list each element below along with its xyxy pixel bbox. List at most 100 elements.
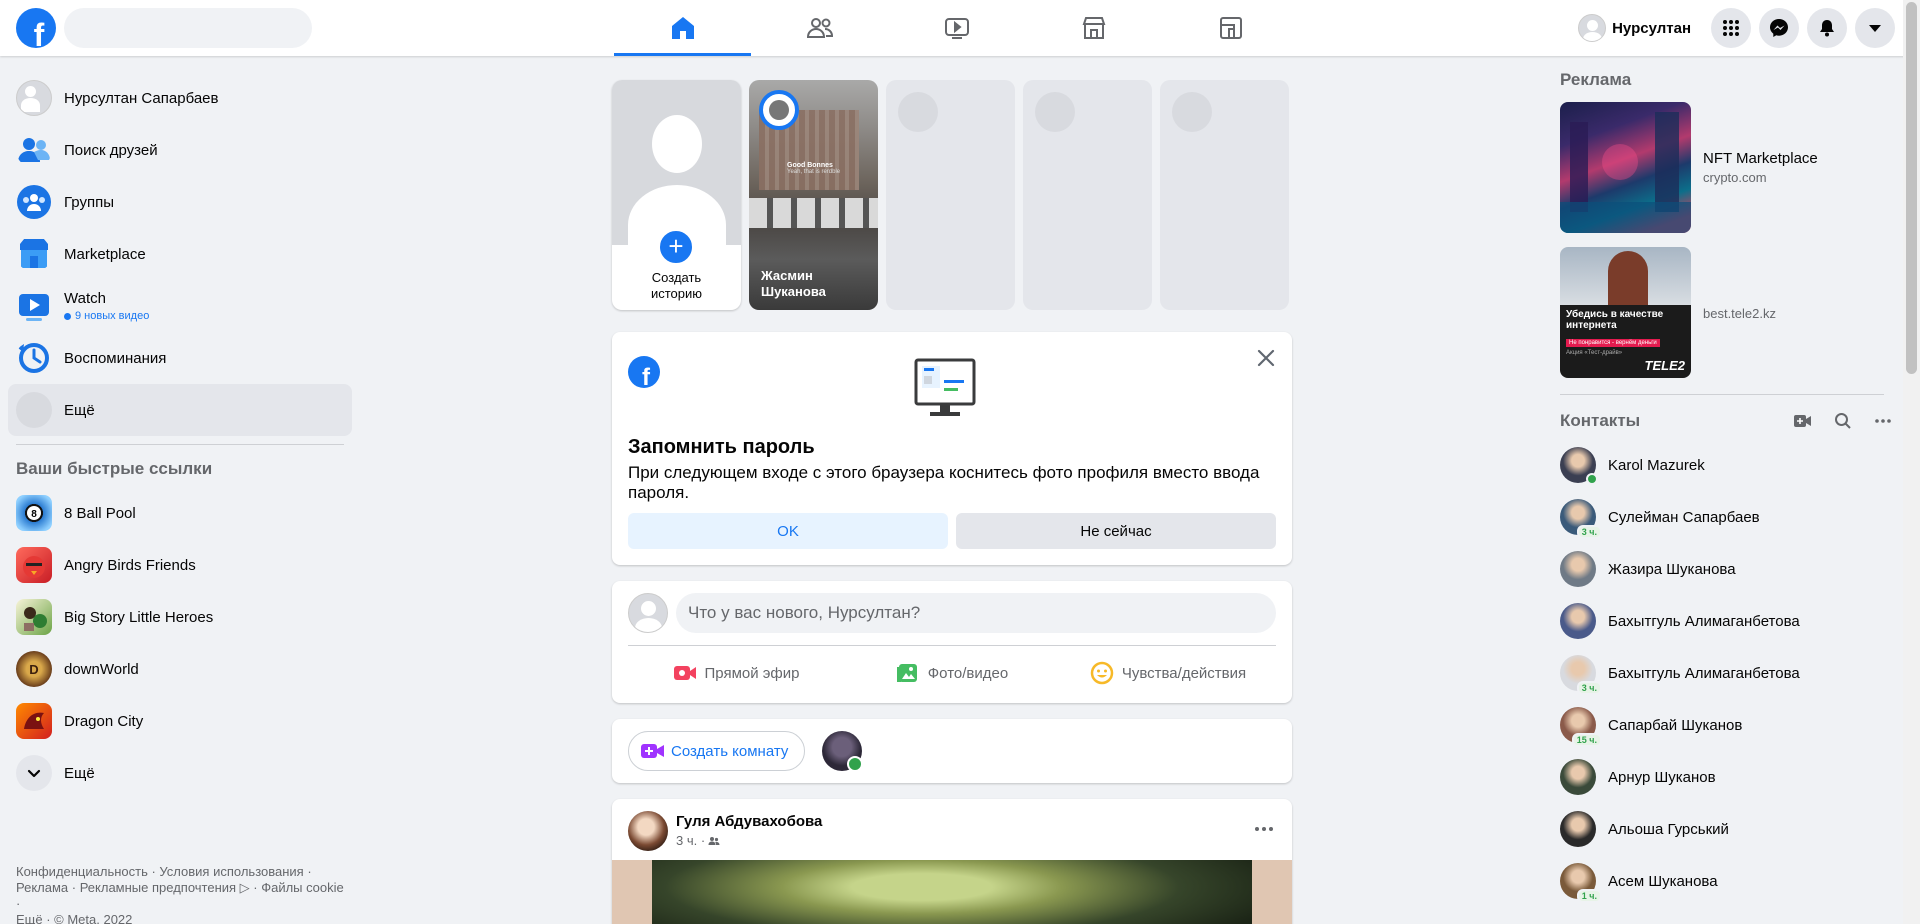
ad-item[interactable]: Убедись в качестве интернета Не понравит…	[1560, 242, 1892, 382]
avatar	[1578, 14, 1607, 42]
sidebar-item-find-friends[interactable]: Поиск друзей	[8, 124, 352, 176]
search-icon[interactable]	[1834, 412, 1852, 430]
contact-item[interactable]: 1 ч. Асем Шуканова	[1560, 855, 1892, 907]
big-story-icon	[16, 599, 52, 635]
create-room-button[interactable]: Создать комнату	[628, 731, 806, 771]
facebook-logo-icon: f	[628, 356, 660, 388]
avatar	[16, 80, 52, 116]
contact-item[interactable]: Karol Mazurek	[1560, 439, 1892, 491]
story-placeholder	[1023, 80, 1152, 310]
contact-name: Альоша Гурський	[1608, 820, 1729, 838]
post-input[interactable]: Что у вас нового, Нурсултан?	[676, 593, 1276, 633]
footer-line[interactable]: Ещё · © Meta, 2022	[16, 912, 346, 924]
shortcuts-more-button[interactable]: Ещё	[8, 747, 352, 799]
remember-password-card: f Запомнить пароль При следующем входе с…	[612, 332, 1292, 565]
sidebar-item-label: Watch	[64, 290, 106, 307]
ad-source: best.tele2.kz	[1703, 306, 1776, 321]
menu-button[interactable]	[1711, 8, 1751, 48]
post-image[interactable]	[612, 860, 1292, 924]
messenger-button[interactable]	[1759, 8, 1799, 48]
contact-item[interactable]: 3 ч. Сулейман Сапарбаев	[1560, 491, 1892, 543]
more-options-icon[interactable]	[1252, 817, 1276, 841]
close-icon[interactable]	[1254, 346, 1278, 370]
not-now-button[interactable]: Не сейчас	[956, 513, 1276, 549]
friends-audience-icon	[708, 836, 720, 845]
sidebar-item-profile[interactable]: Нурсултан Сапарбаев	[8, 72, 352, 124]
facebook-logo-icon[interactable]: f	[16, 8, 56, 48]
ok-button[interactable]: OK	[628, 513, 948, 549]
story-card[interactable]: Good Bonnes Yeah, that is rerdble Жасмин…	[749, 80, 878, 310]
footer-line[interactable]: Реклама · Рекламные предпочтения ▷ · Фай…	[16, 880, 346, 912]
avatar: 1 ч.	[1560, 863, 1602, 903]
post-author-name[interactable]: Гуля Абдувахобова	[676, 813, 822, 830]
shortcut-downworld[interactable]: D downWorld	[8, 643, 352, 695]
contacts-header: Контакты	[1560, 403, 1892, 439]
sidebar-item-label: Поиск друзей	[64, 141, 158, 159]
tab-home[interactable]	[614, 0, 751, 56]
sidebar-item-more[interactable]: Ещё	[8, 384, 352, 436]
more-options-icon[interactable]	[1874, 412, 1892, 430]
search-input[interactable]	[64, 8, 312, 48]
feeling-activity-button[interactable]: Чувства/действия	[1060, 653, 1276, 693]
ad-banner-tag: Не понравится - вернём деньги	[1566, 338, 1660, 347]
last-active-badge: 15 ч.	[1571, 733, 1602, 747]
contact-item[interactable]: 3 ч. Бахытгуль Алимаганбетова	[1560, 647, 1892, 699]
sidebar-item-watch[interactable]: Watch 9 новых видео	[8, 280, 352, 332]
contact-item[interactable]: Альоша Гурський	[1560, 803, 1892, 855]
top-right-controls: Нурсултан	[1574, 0, 1903, 56]
story-overlay-text: Good Bonnes Yeah, that is rerdble	[787, 162, 841, 175]
new-videos-badge: 9 новых видео	[64, 310, 149, 322]
shortcut-label: Angry Birds Friends	[64, 556, 196, 574]
notifications-button[interactable]	[1807, 8, 1847, 48]
ads-title: Реклама	[1560, 70, 1632, 89]
live-video-button[interactable]: Прямой эфир	[628, 653, 844, 693]
ad-item[interactable]: NFT Marketplace crypto.com	[1560, 97, 1892, 237]
tab-gaming[interactable]	[1162, 0, 1299, 56]
account-button[interactable]	[1855, 8, 1895, 48]
tab-friends[interactable]	[751, 0, 888, 56]
create-story-card[interactable]: + Создать историю	[612, 80, 741, 310]
shortcut-8-ball-pool[interactable]: 8 8 Ball Pool	[8, 487, 352, 539]
action-label: Фото/видео	[927, 664, 1009, 682]
ad-banner-text: Убедись в качестве интернета	[1566, 308, 1664, 331]
post-author-avatar[interactable]	[628, 811, 668, 851]
chevron-down-icon	[16, 755, 52, 791]
svg-text:D: D	[29, 662, 38, 677]
marketplace-icon	[1082, 17, 1105, 39]
contacts-list: Karol Mazurek 3 ч. Сулейман Сапарбаев Жазир…	[1552, 439, 1892, 907]
shortcut-dragon-city[interactable]: Dragon City	[8, 695, 352, 747]
shortcut-big-story-little-heroes[interactable]: Big Story Little Heroes	[8, 591, 352, 643]
sidebar-item-memories[interactable]: Воспоминания	[8, 332, 352, 384]
dragon-city-icon	[16, 703, 52, 739]
profile-chip[interactable]: Нурсултан	[1574, 10, 1703, 46]
shortcut-label: downWorld	[64, 660, 139, 678]
contact-item[interactable]: Бахытгуль Алимаганбетова	[1560, 595, 1892, 647]
tab-marketplace[interactable]	[1025, 0, 1162, 56]
sidebar-item-marketplace[interactable]: Marketplace	[8, 228, 352, 280]
contact-item[interactable]: Арнур Шуканов	[1560, 751, 1892, 803]
shortcut-angry-birds-friends[interactable]: Angry Birds Friends	[8, 539, 352, 591]
main-nav-tabs	[614, 0, 1299, 56]
story-placeholder-avatar	[612, 80, 741, 265]
avatar: 3 ч.	[1560, 499, 1602, 539]
contact-item[interactable]: 15 ч. Сапарбай Шуканов	[1560, 699, 1892, 751]
action-label: Чувства/действия	[1121, 664, 1247, 682]
footer-line[interactable]: Конфиденциальность · Условия использован…	[16, 864, 346, 880]
home-icon	[671, 17, 694, 39]
news-feed: + Создать историю Good Bonnes Yeah, that…	[612, 80, 1292, 924]
contact-name: Сулейман Сапарбаев	[1608, 508, 1760, 526]
contact-name: Karol Mazurek	[1608, 456, 1705, 474]
tab-watch[interactable]	[888, 0, 1025, 56]
marketplace-icon	[16, 236, 52, 272]
scrollbar-thumb[interactable]	[1906, 2, 1917, 374]
online-friend-avatar[interactable]	[822, 731, 863, 772]
remember-text: При следующем входе с этого браузера кос…	[628, 463, 1260, 502]
contact-name: Бахытгуль Алимаганбетова	[1608, 612, 1800, 630]
contact-item[interactable]: Жазира Шуканова	[1560, 543, 1892, 595]
sidebar-item-groups[interactable]: Группы	[8, 176, 352, 228]
new-room-icon[interactable]	[1794, 412, 1812, 430]
shortcuts-more-label: Ещё	[64, 764, 95, 782]
photo-video-button[interactable]: Фото/видео	[844, 653, 1060, 693]
post-time[interactable]: 3 ч. ·	[676, 833, 705, 848]
contacts-title: Контакты	[1560, 411, 1641, 430]
